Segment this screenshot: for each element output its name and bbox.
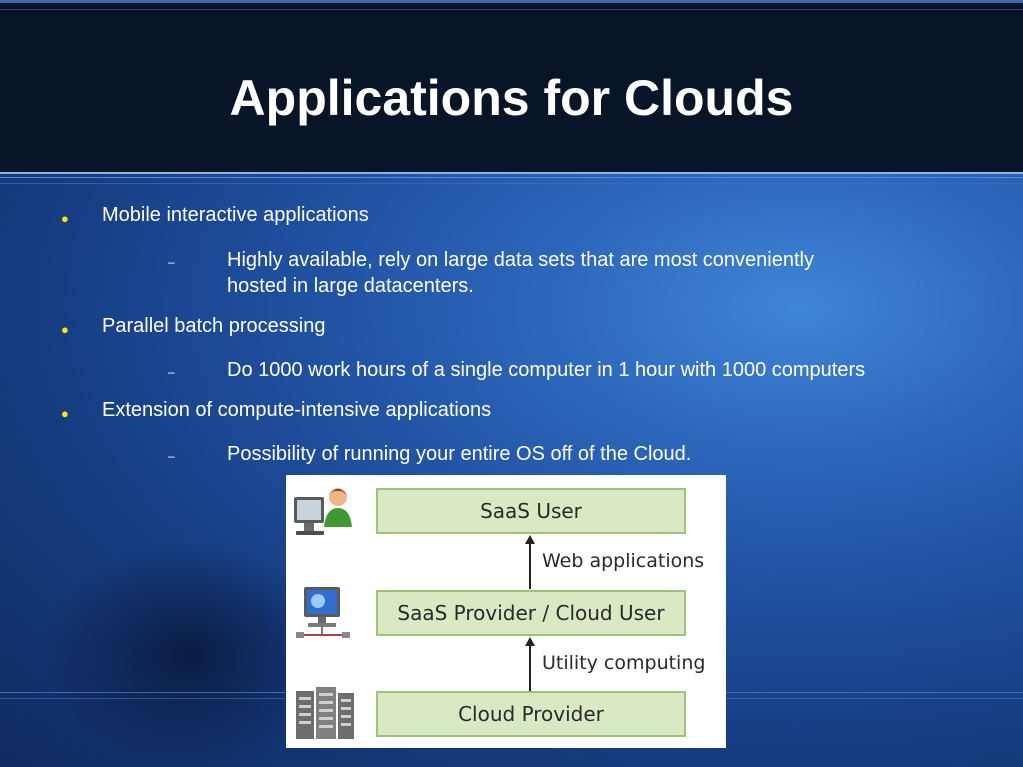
dash-icon: – [168,255,175,269]
slide-title: Applications for Clouds [229,70,794,126]
arrow-up-icon [525,637,535,691]
slide: Applications for Clouds ● Mobile interac… [0,0,1023,767]
bullet-dot-icon: ● [61,211,69,226]
dash-icon: – [168,449,175,463]
sub-bullet-item: Possibility of running your entire OS of… [227,443,692,465]
server-rack-icon [296,687,354,739]
dash-icon: – [168,365,175,379]
layer-box-saas-user: SaaS User [376,488,686,534]
user-at-computer-icon [294,488,352,535]
title-separator [0,177,1023,178]
layer-box-saas-provider: SaaS Provider / Cloud User [376,590,686,636]
link-label-web-applications: Web applications [542,550,705,572]
sub-bullet-item: Do 1000 work hours of a single computer … [227,359,866,381]
sub-bullet-item: Highly available, rely on large data set… [227,249,814,271]
title-separator [0,172,1023,174]
bullet-item: Mobile interactive applications [102,204,369,226]
bullet-item: Parallel batch processing [102,315,326,337]
networked-computer-icon [296,587,350,638]
bullet-dot-icon: ● [61,406,69,421]
sub-bullet-item: hosted in large datacenters. [227,275,474,297]
bullet-dot-icon: ● [61,322,69,337]
title-bar: Applications for Clouds [0,0,1023,172]
bullet-item: Extension of compute-intensive applicati… [102,399,492,421]
link-label-utility-computing: Utility computing [542,652,706,674]
title-bar-line [0,9,1023,10]
arrow-up-icon [525,535,535,589]
layer-box-cloud-provider: Cloud Provider [376,691,686,737]
cloud-layers-diagram: SaaS User SaaS Provider / Cloud User Clo… [286,475,726,748]
title-separator [0,183,1023,184]
